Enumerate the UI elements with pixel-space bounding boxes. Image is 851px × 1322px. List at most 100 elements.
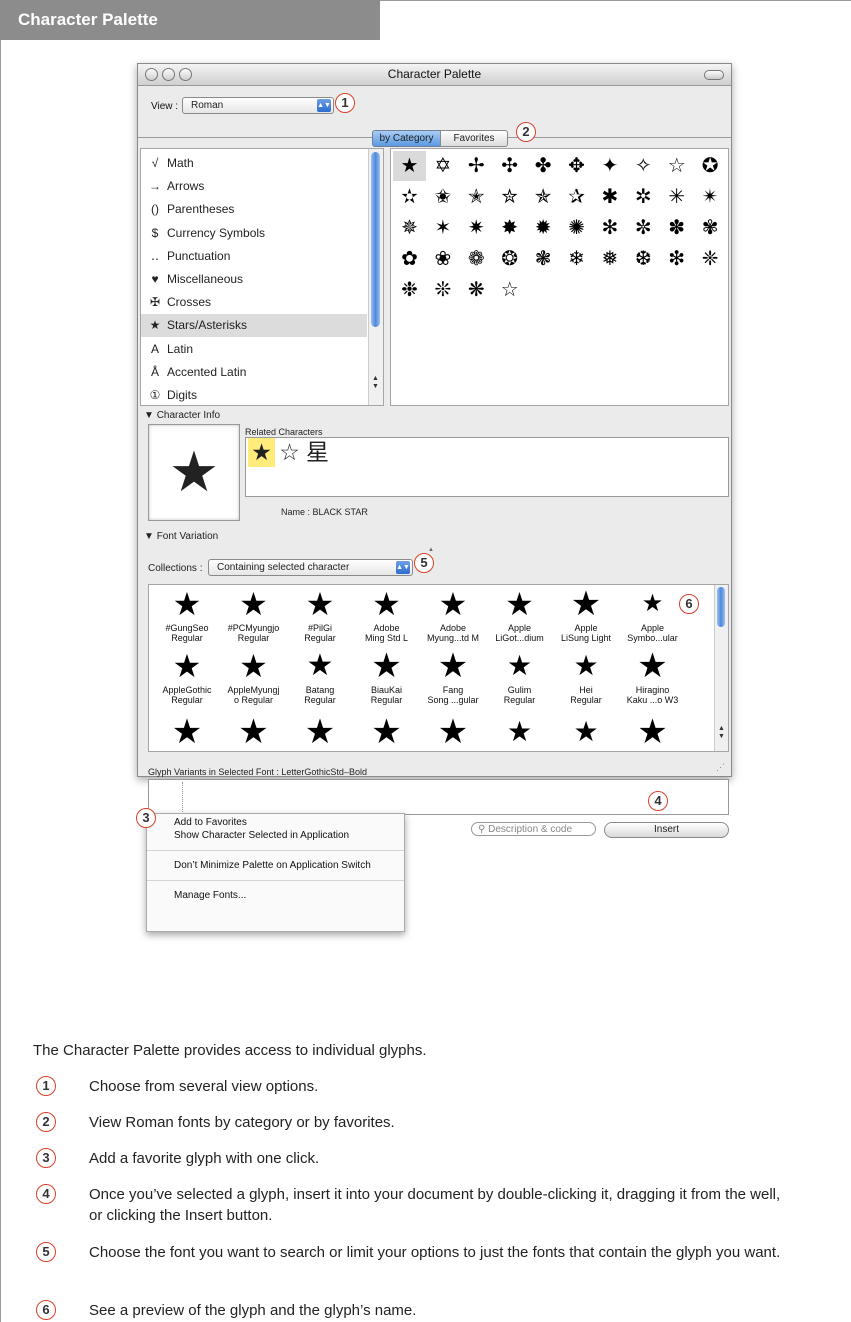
glyph-cell[interactable]: ✲ [627,182,660,212]
font-variant-cell[interactable]: ★ Adobe Ming Std L [353,585,421,643]
font-variant-cell[interactable]: ★ [220,713,288,751]
glyph-cell[interactable]: ❂ [493,244,526,274]
glyph-cell[interactable]: ✭ [460,182,493,212]
glyph-cell[interactable]: ❉ [393,275,426,305]
glyph-cell[interactable]: ✾ [694,213,727,243]
glyph-cell[interactable]: ☆ [660,151,693,181]
category-scrollbar[interactable]: ▲ ▼ [368,149,383,405]
glyph-cell[interactable]: ❅ [593,244,626,274]
font-variation-grid[interactable]: ▲ ▼ ★ #GungSeo Regular ★ #PCMyungjo Regular ★ #P… [148,584,729,752]
view-select[interactable]: Roman ▲▼ [182,97,334,114]
glyph-preview-well[interactable]: ★ [148,424,240,521]
glyph-cell[interactable]: ✤ [527,151,560,181]
character-info-disclosure[interactable]: ▼ Character Info [144,410,220,421]
font-variant-cell[interactable]: ★ [552,713,620,751]
glyph-cell[interactable]: ❆ [627,244,660,274]
splitter-handle-icon[interactable]: ▲ [428,547,434,553]
menu-item-add-to-favorites[interactable]: Add to Favorites [174,817,247,828]
category-item[interactable]: () Parentheses [141,198,367,221]
font-variant-cell[interactable]: ★ [486,713,554,751]
font-scrollbar[interactable]: ▲ ▼ [714,585,728,751]
font-variant-cell[interactable]: ★ #PCMyungjo Regular [220,585,288,643]
glyph-grid[interactable]: ★ ✡ ✢ ✣ ✤ ✥ ✦ ✧ ☆ ✪ ✫ ✬ ✭ ✮ ✯ ✰ ✱ ✲ ✳ ✴ ✵ ✶ ✷ ✸ ✹ ✺ ✻ ✼ ✽ ✾ ✿ ❀ ❁ ❂ ❃ ❄ ❅ ❆ ❇ ❈… [390,148,729,406]
font-variation-disclosure[interactable]: ▼ Font Variation [144,531,218,542]
glyph-cell[interactable]: ❊ [426,275,459,305]
glyph-cell[interactable]: ✹ [527,213,560,243]
description-search-field[interactable]: ⚲ Description & code [471,822,596,836]
glyph-cell[interactable]: ✮ [493,182,526,212]
related-characters-box[interactable]: ★ ☆ 星 [245,437,729,497]
glyph-cell[interactable]: ❋ [460,275,493,305]
glyph-cell[interactable]: ✵ [393,213,426,243]
font-variant-cell[interactable]: ★ Hei Regular [552,647,620,705]
category-item[interactable]: Å Accented Latin [141,361,367,384]
menu-item-manage-fonts[interactable]: Manage Fonts... [174,890,246,901]
category-item[interactable]: ‥ Punctuation [141,245,367,268]
category-item[interactable]: ✠ Crosses [141,291,367,314]
font-variant-cell[interactable]: ★ AppleGothic Regular [153,647,221,705]
glyph-cell[interactable]: ❄ [560,244,593,274]
font-variant-cell[interactable]: ★ #GungSeo Regular [153,585,221,643]
category-item[interactable]: √ Math [141,152,367,175]
insert-button[interactable]: Insert [604,822,729,838]
glyph-cell[interactable]: ❈ [694,244,727,274]
category-item[interactable]: ♥ Miscellaneous [141,268,367,291]
tab-favorites[interactable]: Favorites [440,130,508,147]
glyph-cell[interactable]: ✢ [460,151,493,181]
category-item[interactable]: $ Currency Symbols [141,222,367,245]
font-variant-cell[interactable]: ★ [419,713,487,751]
glyph-cell[interactable]: ✣ [493,151,526,181]
font-variant-cell[interactable]: ★ Apple LiGot...dium [486,585,554,643]
category-item[interactable]: ① Digits [141,384,367,405]
category-item[interactable]: ★ Stars/Asterisks [141,314,367,338]
glyph-cell[interactable]: ✷ [460,213,493,243]
glyph-cell[interactable]: ✥ [560,151,593,181]
collections-select[interactable]: Containing selected character ▲▼ [208,559,413,576]
menu-item-show-character[interactable]: Show Character Selected in Application [174,830,349,841]
font-variant-cell[interactable]: ★ [619,713,687,751]
scroll-arrows-icon[interactable]: ▲ ▼ [372,375,379,391]
glyph-cell[interactable]: ✶ [426,213,459,243]
glyph-cell[interactable]: ❇ [660,244,693,274]
font-variant-cell[interactable]: ★ Gulim Regular [486,647,554,705]
font-variant-cell[interactable]: ★ Apple LiSung Light [552,585,620,643]
related-char[interactable]: ☆ [276,438,303,467]
glyph-cell[interactable]: ✦ [593,151,626,181]
font-variant-cell[interactable]: ★ Batang Regular [286,647,354,705]
font-variant-cell[interactable]: ★ Apple Symbo...ular [619,585,687,643]
font-variant-cell[interactable]: ★ Adobe Myung...td M [419,585,487,643]
glyph-cell[interactable]: ❀ [426,244,459,274]
tab-by-category[interactable]: by Category [372,130,441,147]
font-variant-cell[interactable]: ★ AppleMyungj o Regular [220,647,288,705]
font-variant-cell[interactable]: ★ [286,713,354,751]
related-char[interactable]: ★ [248,438,275,467]
glyph-cell[interactable]: ✬ [426,182,459,212]
glyph-cell[interactable]: ✿ [393,244,426,274]
glyph-cell[interactable]: ✰ [560,182,593,212]
glyph-cell[interactable]: ✼ [627,213,660,243]
glyph-cell[interactable]: ✫ [393,182,426,212]
glyph-cell[interactable]: ✽ [660,213,693,243]
font-scroll-thumb[interactable] [717,587,725,627]
glyph-cell[interactable]: ☆ [493,275,526,305]
glyph-cell[interactable]: ✡ [426,151,459,181]
related-char[interactable]: 星 [304,438,331,467]
glyph-cell[interactable]: ✸ [493,213,526,243]
font-variant-cell[interactable]: ★ BiauKai Regular [353,647,421,705]
font-variant-cell[interactable]: ★ Fang Song ...gular [419,647,487,705]
font-variant-cell[interactable]: ★ [153,713,221,751]
glyph-cell[interactable]: ✴ [694,182,727,212]
category-list[interactable]: ① Digits Å Accented Latin A Latin ★ Stars/Aster… [140,148,384,406]
glyph-cell[interactable]: ❁ [460,244,493,274]
category-item[interactable]: A Latin [141,338,367,361]
font-variant-cell[interactable]: ★ Hiragino Kaku ...o W3 [619,647,687,705]
glyph-cell[interactable]: ★ [393,151,426,181]
font-variant-cell[interactable]: ★ [353,713,421,751]
font-variant-cell[interactable]: ★ #PilGi Regular [286,585,354,643]
category-item[interactable]: → Arrows [141,175,367,198]
menu-item-dont-minimize[interactable]: Don’t Minimize Palette on Application Sw… [174,860,371,871]
category-scroll-thumb[interactable] [371,152,380,327]
toolbar-toggle-button[interactable] [704,70,724,80]
glyph-cell[interactable]: ✱ [593,182,626,212]
glyph-variants-box[interactable] [148,779,729,815]
